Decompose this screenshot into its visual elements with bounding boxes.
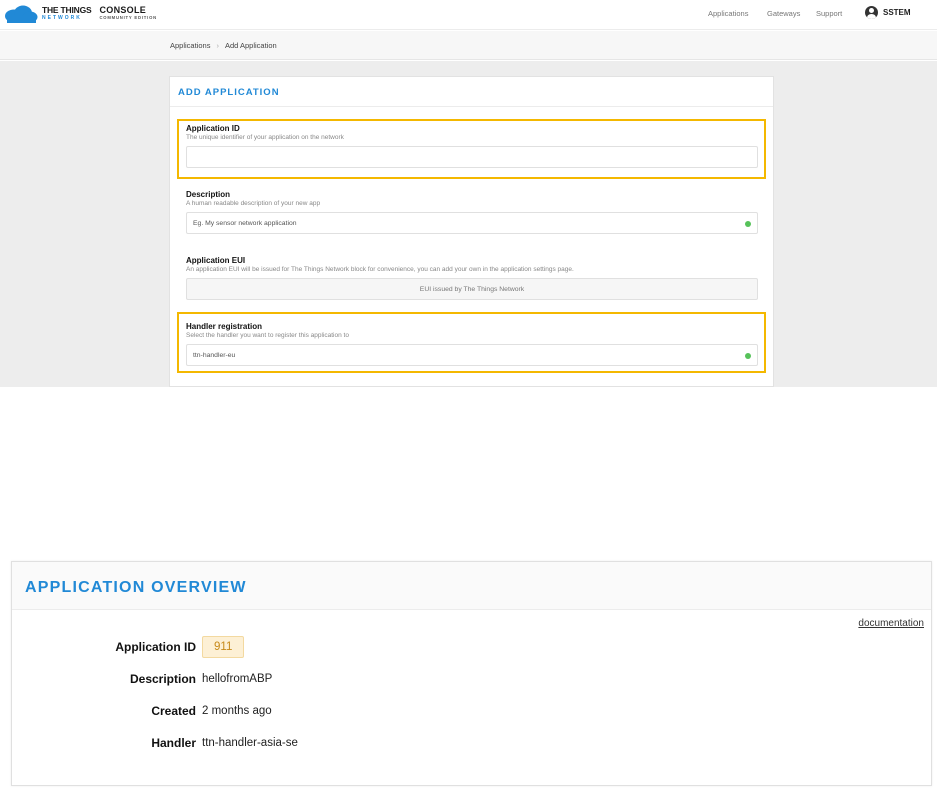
overview-label: Handler	[151, 736, 196, 750]
brand-line1: THE THINGS	[42, 5, 92, 15]
breadcrumb-separator-icon: ›	[216, 41, 219, 50]
description-hint: A human readable description of your new…	[186, 200, 321, 207]
card-header: ADD APPLICATION	[170, 77, 773, 107]
nav-link-gateways[interactable]: Gateways	[767, 9, 800, 18]
application-eui-label: Application EUI	[186, 256, 246, 265]
overview-value: 2 months ago	[202, 705, 272, 717]
add-application-title: ADD APPLICATION	[178, 87, 280, 98]
documentation-link[interactable]: documentation	[858, 618, 924, 629]
overview-row-handler: Handler ttn-handler-asia-se	[12, 733, 712, 753]
user-name: SSTEM	[883, 8, 911, 17]
console-text: CONSOLE COMMUNITY EDITION	[99, 6, 157, 22]
console-label: CONSOLE	[99, 5, 147, 15]
brand-line2: NETWORK	[42, 15, 82, 21]
valid-check-icon	[745, 221, 751, 227]
overview-label: Description	[129, 672, 196, 686]
application-eui-input: EUI issued by The Things Network	[186, 278, 758, 300]
overview-label: Application ID	[115, 640, 196, 654]
breadcrumb-applications[interactable]: Applications	[170, 41, 210, 50]
application-overview-card: APPLICATION OVERVIEW documentation Appli…	[11, 561, 932, 786]
application-eui-field: Application EUI An application EUI will …	[186, 256, 758, 300]
ttn-logo[interactable]: THE THINGS NETWORK CONSOLE COMMUNITY EDI…	[4, 5, 157, 23]
top-navbar: THE THINGS NETWORK CONSOLE COMMUNITY EDI…	[0, 0, 937, 30]
nav-link-applications[interactable]: Applications	[708, 9, 748, 18]
highlight-box-application-id	[177, 119, 766, 179]
breadcrumb-add-application: Add Application	[224, 41, 277, 50]
overview-value: hellofromABP	[202, 673, 273, 685]
user-avatar-icon	[865, 6, 878, 19]
description-label: Description	[186, 190, 231, 199]
highlight-box-handler-registration	[177, 312, 766, 373]
overview-row-created: Created 2 months ago	[12, 701, 712, 721]
description-placeholder: Eg. My sensor network application	[193, 220, 297, 227]
cloud-logo-icon	[4, 5, 38, 23]
nav-link-support[interactable]: Support	[816, 9, 842, 18]
breadcrumb-bar: Applications › Add Application	[0, 31, 937, 60]
overview-row-description: Description hellofromABP	[12, 669, 712, 689]
overview-label: Created	[151, 704, 196, 718]
breadcrumb: Applications › Add Application	[170, 41, 277, 50]
brand-text: THE THINGS NETWORK	[42, 5, 92, 22]
application-eui-hint: An application EUI will be issued for Th…	[186, 266, 574, 273]
overview-title: APPLICATION OVERVIEW	[25, 579, 247, 596]
user-menu[interactable]: SSTEM	[865, 6, 911, 19]
overview-header: APPLICATION OVERVIEW	[12, 562, 931, 610]
description-field: Description A human readable description…	[186, 190, 758, 234]
overview-row-application-id: Application ID 911	[12, 636, 712, 658]
application-id-badge[interactable]: 911	[202, 636, 245, 658]
overview-value: ttn-handler-asia-se	[202, 737, 298, 749]
description-input[interactable]: Eg. My sensor network application	[186, 212, 758, 234]
console-edition: COMMUNITY EDITION	[99, 15, 157, 20]
